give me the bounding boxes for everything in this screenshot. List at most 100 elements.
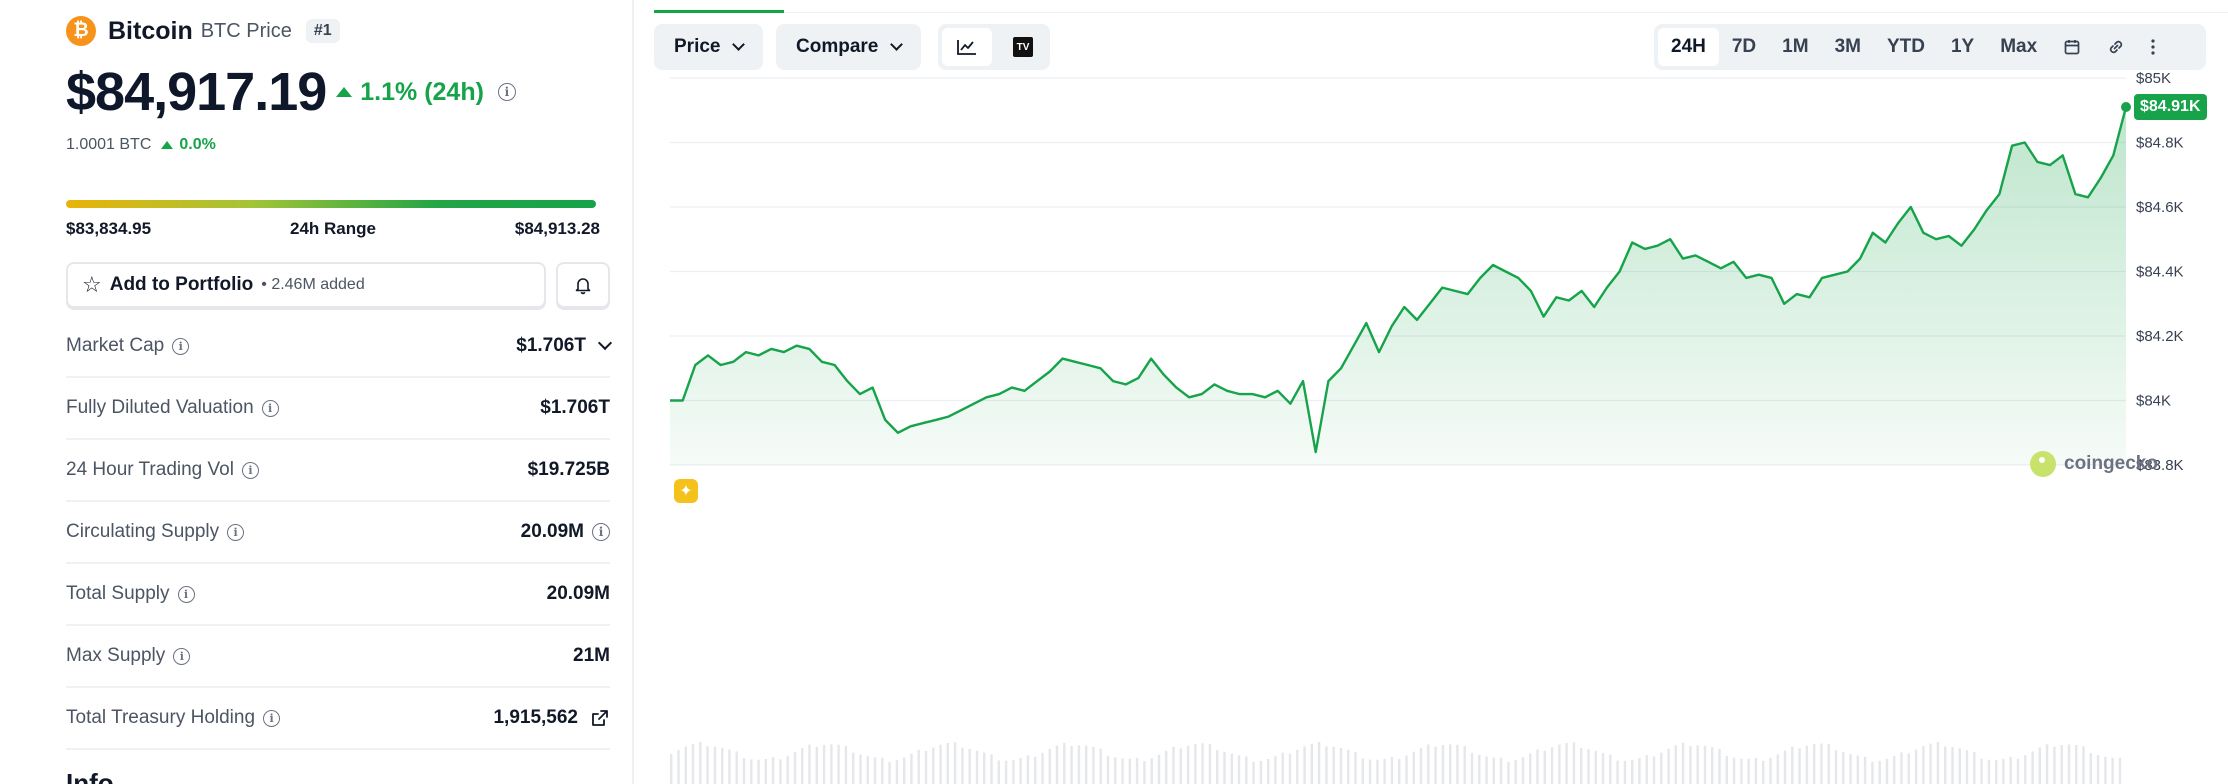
volume-bar xyxy=(1157,754,1161,784)
volume-bar xyxy=(822,745,826,784)
volume-bar xyxy=(1783,750,1787,784)
volume-bar xyxy=(1623,760,1627,784)
volume-bar xyxy=(1914,749,1918,784)
stat-label: Total Treasury Holding xyxy=(66,707,256,728)
volume-bar xyxy=(888,762,891,784)
volume-bar xyxy=(1842,752,1845,784)
volume-bar xyxy=(1536,749,1539,784)
volume-bar xyxy=(1434,746,1437,784)
volume-bar xyxy=(1514,760,1517,784)
volume-bar xyxy=(1958,748,1961,784)
volume-bar xyxy=(1332,746,1335,784)
volume-bar xyxy=(1609,754,1612,784)
volume-bar xyxy=(932,747,935,784)
bitcoin-logo-icon: ₿ xyxy=(66,16,96,46)
volume-bar xyxy=(1703,745,1707,784)
volume-bar xyxy=(1114,757,1117,784)
volume-bar xyxy=(1558,744,1561,784)
volume-bar xyxy=(1791,746,1794,784)
stats-list: Market Cap i $1.706T Fully Diluted Valuat… xyxy=(66,316,613,750)
volume-bar xyxy=(1449,744,1452,784)
btc-value: 1.0001 BTC xyxy=(66,136,152,153)
btc-change: 0.0% xyxy=(161,136,216,154)
info-icon[interactable]: i xyxy=(241,461,259,479)
info-icon[interactable]: i xyxy=(172,337,190,355)
volume-bar xyxy=(1769,758,1772,784)
volume-bar xyxy=(1106,755,1110,784)
volume-bar xyxy=(961,747,964,784)
info-icon[interactable]: i xyxy=(173,647,191,665)
volume-bar xyxy=(1718,749,1721,784)
volume-bar xyxy=(2053,746,2056,784)
volume-bar xyxy=(750,759,753,784)
volume-bar xyxy=(786,755,789,784)
external-link-icon[interactable] xyxy=(590,708,610,728)
stat-row-total-supply: Total Supply i 20.09M xyxy=(66,564,610,626)
volume-bar xyxy=(2024,755,2027,784)
stat-label: Total Supply xyxy=(66,583,170,604)
volume-bar xyxy=(1245,756,1248,784)
volume-bar xyxy=(1252,761,1255,784)
volume-bar xyxy=(1085,745,1088,784)
volume-bar xyxy=(1237,755,1241,784)
volume-bar xyxy=(1893,756,1896,784)
info-icon[interactable]: i xyxy=(227,523,245,541)
volume-bar xyxy=(1798,748,1801,784)
volume-bar xyxy=(2067,744,2071,784)
volume-bar xyxy=(1390,757,1394,784)
volume-bar xyxy=(1463,746,1466,784)
range-low: $83,834.95 xyxy=(66,219,152,238)
volume-bar xyxy=(815,746,818,784)
volume-bar xyxy=(2009,756,2012,784)
stat-row-circulating-supply: Circulating Supply i 20.09M i xyxy=(66,502,610,564)
volume-bar xyxy=(1762,760,1765,784)
volume-bar xyxy=(881,757,884,784)
volume-bar xyxy=(1834,750,1838,784)
volume-bar xyxy=(1077,745,1081,784)
volume-bar xyxy=(1135,757,1139,784)
volume-bar xyxy=(1820,743,1823,784)
price-alert-button[interactable] xyxy=(556,262,610,308)
volume-bar xyxy=(1303,746,1306,784)
coingecko-logo-icon xyxy=(2030,451,2056,477)
coin-name: Bitcoin xyxy=(108,16,193,45)
chart-panel: Price Compare TV 24H 7D 1M 3M YTD 1Y Max xyxy=(634,0,2228,784)
volume-bar xyxy=(953,742,957,784)
volume-bar xyxy=(1550,747,1554,784)
volume-bar xyxy=(1296,749,1299,784)
info-icon[interactable]: i xyxy=(592,523,610,541)
current-price: $84,917.19 xyxy=(66,62,327,122)
volume-bar xyxy=(997,760,1000,784)
volume-bar xyxy=(684,746,687,784)
volume-bar xyxy=(844,745,848,784)
info-icon[interactable]: i xyxy=(261,399,279,417)
volume-bar xyxy=(1281,752,1284,784)
info-icon[interactable]: i xyxy=(263,709,281,727)
volume-bar xyxy=(1121,758,1124,784)
btc-conversion: 1.0001 BTC 0.0% xyxy=(66,136,216,154)
volume-bar xyxy=(779,759,782,784)
volume-bar xyxy=(1070,746,1073,784)
volume-bar xyxy=(1419,747,1423,784)
volume-bar xyxy=(2082,746,2085,784)
info-icon[interactable]: i xyxy=(497,83,516,101)
stat-row-treasury: Total Treasury Holding i 1,915,562 xyxy=(66,688,610,750)
volume-bar xyxy=(1995,759,1998,784)
volume-bar xyxy=(1172,746,1175,784)
volume-bar xyxy=(1849,754,1852,784)
volume-bar xyxy=(2031,751,2034,784)
volume-bar xyxy=(1631,759,1634,784)
y-tick-label: $84.4K xyxy=(2136,264,2184,281)
volume-bar xyxy=(1339,748,1343,784)
event-marker-icon[interactable]: ✦ xyxy=(674,479,698,503)
chevron-down-icon[interactable] xyxy=(597,335,613,351)
price-chart[interactable]: $85K$84.8K$84.6K$84.4K$84.2K$84K$83.8K xyxy=(634,0,2228,784)
volume-bar xyxy=(1885,758,1889,784)
info-icon[interactable]: i xyxy=(177,585,195,603)
stat-value: $1.706T xyxy=(516,335,586,356)
volume-bar xyxy=(939,744,942,784)
add-to-portfolio-button[interactable]: ☆ Add to Portfolio • 2.46M added xyxy=(66,262,546,308)
volume-bar xyxy=(1398,759,1401,784)
volume-bar xyxy=(946,743,949,784)
volume-bar xyxy=(1740,758,1743,784)
